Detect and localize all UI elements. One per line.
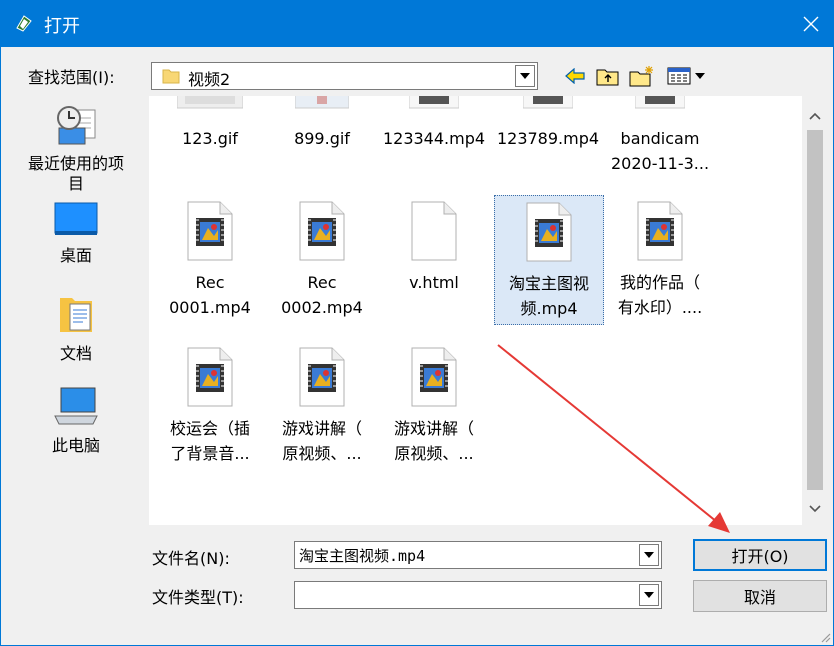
- file-label: v.html: [409, 273, 459, 292]
- scrollbar-thumb[interactable]: [807, 130, 823, 490]
- chevron-up-icon: [809, 112, 821, 120]
- place-label: 文档: [59, 344, 92, 363]
- this-pc-icon: [54, 387, 98, 425]
- file-label: Rec 0001.mp4: [169, 273, 251, 317]
- video-file-icon: [523, 96, 573, 109]
- file-item[interactable]: Rec 0002.mp4: [267, 200, 377, 320]
- video-file-icon: [187, 347, 233, 407]
- annotation-arrow: [497, 344, 730, 533]
- chevron-down-icon: [644, 552, 654, 558]
- up-folder-button[interactable]: [595, 64, 621, 88]
- place-desktop[interactable]: 桌面: [16, 202, 136, 266]
- file-item[interactable]: bandicam 2020-11-3...: [605, 96, 715, 176]
- file-item[interactable]: 我的作品（ 有水印）....: [605, 200, 715, 320]
- file-item[interactable]: 游戏讲解（ 原视频、...: [379, 346, 489, 466]
- scroll-down-button[interactable]: [803, 497, 827, 521]
- close-icon: [803, 16, 819, 31]
- filename-label: 文件名(N):: [152, 549, 230, 568]
- cancel-button[interactable]: 取消: [693, 580, 827, 612]
- file-label: 游戏讲解（ 原视频、...: [281, 419, 362, 463]
- file-label: Rec 0002.mp4: [281, 273, 363, 317]
- video-file-icon: [635, 96, 685, 109]
- file-item-selected[interactable]: 淘宝主图视 频.mp4: [494, 195, 604, 325]
- gif-thumbnail-icon: [177, 96, 243, 109]
- chevron-down-icon: [644, 592, 654, 598]
- file-item[interactable]: 123.gif: [155, 96, 265, 151]
- app-icon: [16, 15, 32, 32]
- file-item[interactable]: 校运会（插 了背景音...: [155, 346, 265, 466]
- filetype-label: 文件类型(T):: [152, 588, 244, 607]
- place-label: 最近使用的项 目: [27, 154, 124, 193]
- file-label: 淘宝主图视 频.mp4: [508, 274, 589, 318]
- desktop-icon: [54, 202, 98, 235]
- file-item[interactable]: 123344.mp4: [379, 96, 489, 151]
- file-item[interactable]: v.html: [379, 200, 489, 295]
- up-folder-icon: [596, 69, 619, 86]
- filename-dropdown-button[interactable]: [639, 544, 659, 566]
- file-label: 899.gif: [294, 129, 350, 148]
- chevron-down-icon: [809, 505, 821, 513]
- close-button[interactable]: [788, 0, 834, 47]
- file-label: 我的作品（ 有水印）....: [617, 273, 703, 317]
- file-label: 123.gif: [182, 129, 238, 148]
- file-item[interactable]: Rec 0001.mp4: [155, 200, 265, 320]
- resize-grip-icon[interactable]: [818, 630, 832, 644]
- file-item[interactable]: 899.gif: [267, 96, 377, 151]
- video-file-icon: [526, 202, 572, 262]
- lookin-value: 视频2: [188, 70, 231, 89]
- file-label: 游戏讲解（ 原视频、...: [393, 419, 474, 463]
- video-file-icon: [299, 347, 345, 407]
- place-label: 桌面: [59, 246, 92, 265]
- video-file-icon: [637, 201, 683, 261]
- html-file-icon: [411, 201, 457, 261]
- lookin-label: 查找范围(I):: [28, 68, 115, 87]
- filename-input[interactable]: 淘宝主图视频.mp4: [299, 545, 425, 566]
- file-label: bandicam 2020-11-3...: [610, 129, 710, 173]
- gif-thumbnail-icon: [295, 96, 349, 109]
- place-this-pc[interactable]: 此电脑: [16, 386, 136, 456]
- lookin-combo[interactable]: 视频2: [151, 62, 538, 90]
- place-recent[interactable]: 最近使用的项 目: [16, 104, 136, 194]
- file-item[interactable]: 123789.mp4: [493, 96, 603, 151]
- vertical-scrollbar[interactable]: [803, 96, 827, 525]
- back-arrow-icon: [565, 68, 585, 84]
- chevron-down-icon: [520, 73, 530, 79]
- view-menu-button[interactable]: [665, 64, 709, 88]
- lookin-dropdown-button[interactable]: [515, 65, 535, 87]
- video-file-icon: [299, 201, 345, 261]
- window-title: 打开: [44, 16, 80, 37]
- place-documents[interactable]: 文档: [16, 294, 136, 364]
- view-menu-icon: [667, 67, 705, 85]
- open-button[interactable]: 打开(O): [693, 539, 827, 571]
- new-folder-button[interactable]: [629, 64, 655, 88]
- filetype-dropdown-button[interactable]: [639, 584, 659, 606]
- back-button[interactable]: [562, 64, 588, 88]
- folder-icon: [162, 69, 180, 84]
- video-file-icon: [409, 96, 459, 109]
- file-item[interactable]: 游戏讲解（ 原视频、...: [267, 346, 377, 466]
- places-bar: 最近使用的项 目 桌面 文档 此电脑: [16, 96, 136, 526]
- scroll-up-button[interactable]: [803, 104, 827, 128]
- file-label: 123789.mp4: [496, 129, 600, 148]
- title-bar: 打开: [0, 0, 834, 47]
- filetype-combo[interactable]: [294, 581, 662, 609]
- file-label: 校运会（插 了背景音...: [169, 419, 250, 463]
- filename-combo[interactable]: 淘宝主图视频.mp4: [294, 541, 662, 569]
- place-label: 此电脑: [51, 436, 100, 455]
- file-label: 123344.mp4: [382, 129, 486, 148]
- video-file-icon: [187, 201, 233, 261]
- video-file-icon: [411, 347, 457, 407]
- window-border-left: [0, 47, 1, 646]
- new-folder-icon: [629, 66, 653, 87]
- documents-icon: [60, 298, 92, 332]
- recent-places-icon: [57, 106, 96, 145]
